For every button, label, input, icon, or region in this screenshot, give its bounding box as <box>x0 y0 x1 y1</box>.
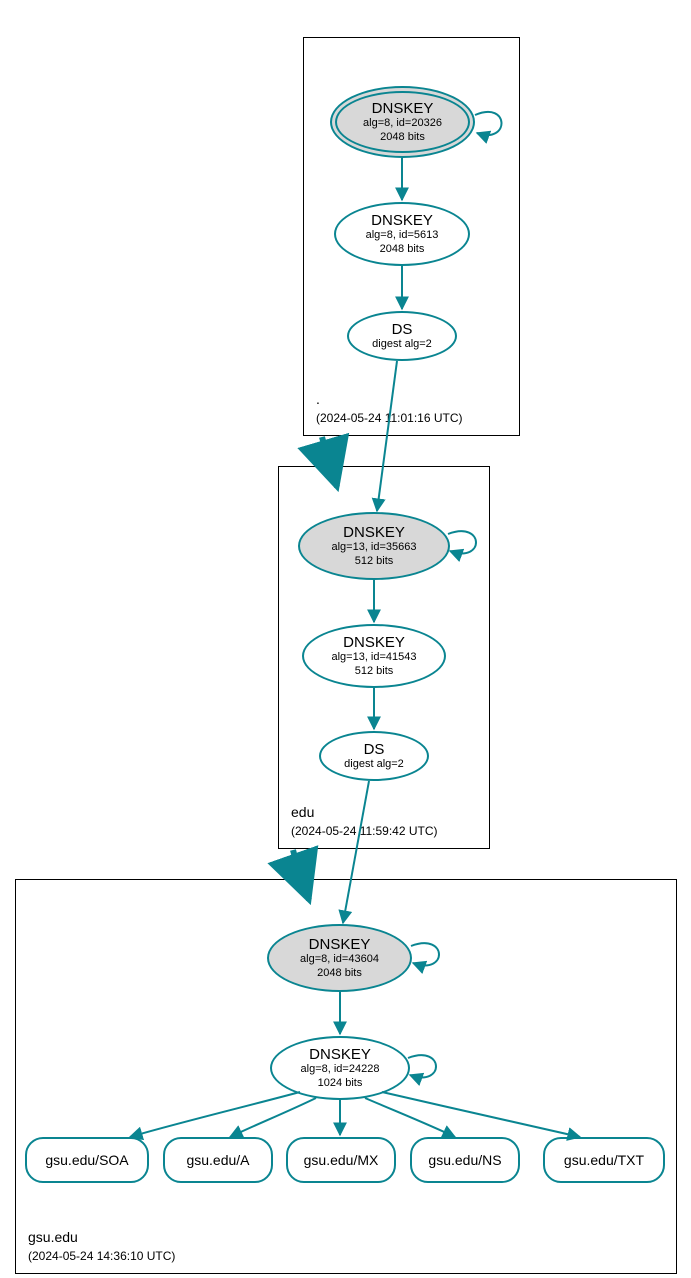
node-root-ds: DS digest alg=2 <box>347 311 457 361</box>
node-title: DNSKEY <box>300 524 448 541</box>
node-sub: 2048 bits <box>332 131 473 144</box>
node-edu-zsk: DNSKEY alg=13, id=41543 512 bits <box>302 624 446 688</box>
node-sub: digest alg=2 <box>321 758 427 771</box>
node-sub: 2048 bits <box>336 243 468 256</box>
rr-a: gsu.edu/A <box>163 1137 273 1183</box>
rr-txt: gsu.edu/TXT <box>543 1137 665 1183</box>
rr-label: gsu.edu/A <box>165 1152 271 1168</box>
node-sub: alg=13, id=35663 <box>300 541 448 554</box>
node-sub: 512 bits <box>304 665 444 678</box>
node-sub: 512 bits <box>300 555 448 568</box>
node-title: DNSKEY <box>269 936 410 953</box>
node-edu-ds: DS digest alg=2 <box>319 731 429 781</box>
node-root-ksk: DNSKEY alg=8, id=20326 2048 bits <box>330 86 475 158</box>
node-title: DNSKEY <box>336 212 468 229</box>
node-sub: alg=8, id=20326 <box>332 117 473 130</box>
node-title: DS <box>349 321 455 338</box>
zone-root-name: . <box>316 391 320 407</box>
node-title: DNSKEY <box>272 1046 408 1063</box>
rr-label: gsu.edu/MX <box>288 1152 394 1168</box>
node-root-zsk: DNSKEY alg=8, id=5613 2048 bits <box>334 202 470 266</box>
node-sub: alg=8, id=24228 <box>272 1063 408 1076</box>
node-title: DS <box>321 741 427 758</box>
zone-root-ts: (2024-05-24 11:01:16 UTC) <box>316 411 463 425</box>
zone-edu-name: edu <box>291 804 314 820</box>
rr-label: gsu.edu/TXT <box>545 1152 663 1168</box>
node-title: DNSKEY <box>332 100 473 117</box>
rr-label: gsu.edu/SOA <box>27 1152 147 1168</box>
node-gsu-zsk: DNSKEY alg=8, id=24228 1024 bits <box>270 1036 410 1100</box>
node-title: DNSKEY <box>304 634 444 651</box>
node-gsu-ksk: DNSKEY alg=8, id=43604 2048 bits <box>267 924 412 992</box>
node-sub: alg=13, id=41543 <box>304 651 444 664</box>
node-sub: alg=8, id=5613 <box>336 229 468 242</box>
node-sub: digest alg=2 <box>349 338 455 351</box>
node-sub: alg=8, id=43604 <box>269 953 410 966</box>
rr-ns: gsu.edu/NS <box>410 1137 520 1183</box>
node-sub: 2048 bits <box>269 967 410 980</box>
rr-label: gsu.edu/NS <box>412 1152 518 1168</box>
node-edu-ksk: DNSKEY alg=13, id=35663 512 bits <box>298 512 450 580</box>
rr-soa: gsu.edu/SOA <box>25 1137 149 1183</box>
zone-gsu-ts: (2024-05-24 14:36:10 UTC) <box>28 1249 175 1263</box>
node-sub: 1024 bits <box>272 1077 408 1090</box>
rr-mx: gsu.edu/MX <box>286 1137 396 1183</box>
zone-gsu-name: gsu.edu <box>28 1229 78 1245</box>
zone-edu-ts: (2024-05-24 11:59:42 UTC) <box>291 824 438 838</box>
